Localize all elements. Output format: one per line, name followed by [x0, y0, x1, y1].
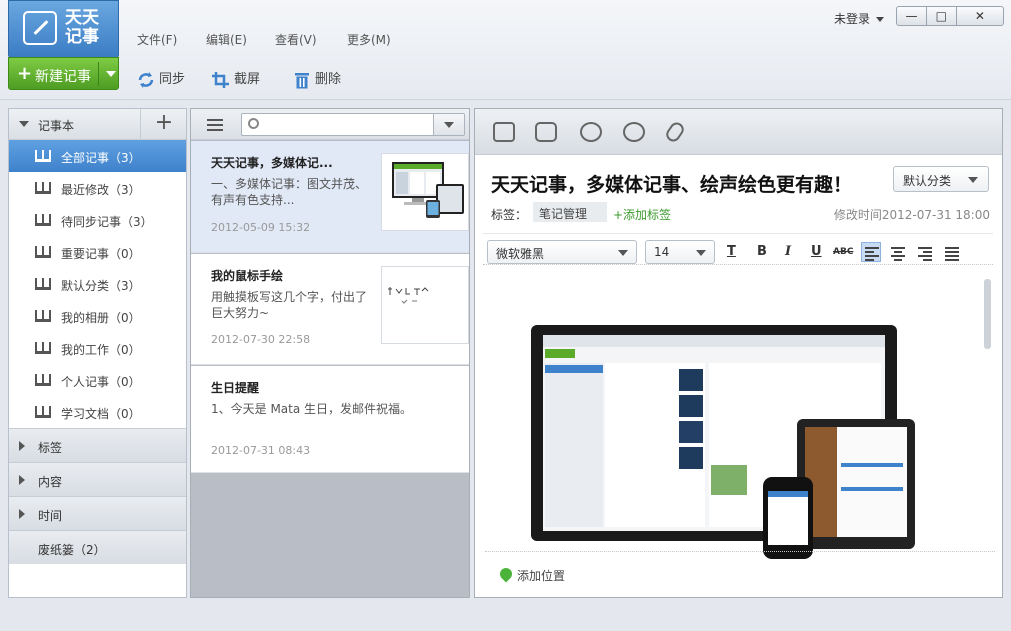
modified-time: 修改时间2012-07-31 18:00 [833, 208, 990, 222]
note-body-image [487, 279, 987, 559]
italic-button[interactable]: I [785, 244, 791, 259]
note-editor: 天天记事，多媒体记事、绘声绘色更有趣！ 默认分类 标签： 笔记管理 +添加标签 … [474, 108, 1003, 598]
font-family-select[interactable]: 微软雅黑 [487, 240, 637, 264]
menu-view[interactable]: 查看(V) [275, 31, 317, 48]
alarm-clock-icon[interactable] [623, 122, 645, 142]
section-content[interactable]: 内容 [9, 462, 186, 496]
strikethrough-button[interactable]: ABC [833, 247, 853, 257]
add-tag-link[interactable]: +添加标签 [613, 206, 671, 223]
text-color-button[interactable]: T [727, 244, 736, 259]
screenshot-button[interactable]: 截屏 [211, 68, 260, 89]
window-controls: — □ ✕ [896, 6, 1004, 26]
note-item[interactable]: 我的鼠标手绘 用触摸板写这几个字，付出了巨大努力~ 2012-07-30 22:… [191, 254, 469, 365]
note-list-panel: 天天记事，多媒体记... 一、多媒体记事：图文并茂、有声有色支持... 2012… [190, 108, 470, 598]
chevron-down-icon [696, 250, 706, 256]
notebook-item[interactable]: 全部记事（3） [9, 140, 186, 172]
media-toolbar [475, 109, 1002, 155]
notebook-icon [35, 374, 51, 386]
bold-button[interactable]: B [757, 244, 767, 259]
format-toolbar: 微软雅黑 14 T B I U ABC [483, 233, 993, 265]
list-menu-icon[interactable] [207, 119, 223, 134]
notebook-item[interactable]: 我的相册（0） [9, 300, 186, 332]
note-thumbnail [381, 266, 469, 344]
expand-icon [19, 509, 25, 519]
app-logo: 天天记事 [8, 0, 119, 58]
notebook-item[interactable]: 学习文档（0） [9, 396, 186, 428]
notebook-icon [35, 310, 51, 322]
notebook-icon [35, 150, 51, 162]
delete-button[interactable]: 删除 [292, 68, 341, 89]
section-tags[interactable]: 标签 [9, 428, 186, 462]
notebook-pen-icon [23, 11, 57, 45]
chevron-down-icon [444, 122, 454, 128]
logo-text: 天天记事 [65, 8, 99, 47]
new-note-dropdown-icon[interactable] [106, 71, 116, 77]
notebooks-header[interactable]: 记事本 + [9, 109, 186, 140]
notebook-icon [35, 342, 51, 354]
expand-icon [19, 441, 25, 451]
menu-edit[interactable]: 编辑(E) [206, 31, 247, 48]
crop-icon [212, 71, 229, 88]
menu-more[interactable]: 更多(M) [347, 31, 391, 48]
notebook-item[interactable]: 最近修改（3） [9, 172, 186, 204]
notebook-item[interactable]: 待同步记事（3） [9, 204, 186, 236]
notebook-icon [35, 406, 51, 418]
sidebar: 记事本 + 全部记事（3） 最近修改（3） 待同步记事（3） 重要记事（0） 默… [8, 108, 187, 598]
scrollbar[interactable] [984, 279, 991, 349]
align-center-button[interactable] [888, 242, 908, 262]
close-button[interactable]: ✕ [955, 7, 1003, 25]
category-dropdown[interactable]: 默认分类 [893, 166, 989, 192]
sync-icon [138, 71, 154, 88]
note-title[interactable]: 天天记事，多媒体记事、绘声绘色更有趣！ [491, 170, 852, 197]
search-input[interactable] [241, 113, 465, 136]
expand-icon [19, 475, 25, 485]
justify-button[interactable] [942, 242, 962, 262]
chevron-down-icon [618, 250, 628, 256]
camera-icon[interactable] [535, 122, 557, 142]
underline-button[interactable]: U [811, 244, 822, 259]
notebook-icon [35, 182, 51, 194]
emoji-icon[interactable] [580, 122, 602, 142]
search-icon [248, 118, 259, 129]
section-time[interactable]: 时间 [9, 496, 186, 530]
tag-label: 标签： [491, 208, 528, 222]
maximize-button[interactable]: □ [925, 7, 956, 25]
chevron-down-icon [968, 177, 978, 183]
attachment-icon[interactable] [663, 119, 687, 145]
note-item[interactable]: 天天记事，多媒体记... 一、多媒体记事：图文并茂、有声有色支持... 2012… [191, 141, 469, 253]
notebook-item[interactable]: 默认分类（3） [9, 268, 186, 300]
align-left-button[interactable] [861, 242, 881, 262]
add-notebook-button[interactable]: + [140, 109, 187, 139]
notebook-item[interactable]: 个人记事（0） [9, 364, 186, 396]
align-right-button[interactable] [915, 242, 935, 262]
plus-icon: + [17, 63, 33, 84]
image-icon[interactable] [493, 122, 515, 142]
sync-button[interactable]: 同步 [136, 68, 185, 89]
notebook-icon [35, 246, 51, 258]
login-status-dropdown[interactable]: 未登录 [834, 10, 885, 27]
add-location-button[interactable]: 添加位置 [485, 551, 995, 595]
note-item[interactable]: 生日提醒 1、今天是 Mata 生日，发邮件祝福。 2012-07-31 08:… [191, 366, 469, 473]
notebook-item[interactable]: 我的工作（0） [9, 332, 186, 364]
search-dropdown-button[interactable] [433, 114, 464, 135]
trash-icon [295, 72, 309, 88]
new-note-label: 新建记事 [35, 69, 91, 85]
notebook-list: 全部记事（3） 最近修改（3） 待同步记事（3） 重要记事（0） 默认分类（3）… [9, 140, 186, 428]
notebook-icon [35, 214, 51, 226]
notebook-icon [35, 278, 51, 290]
location-pin-icon [497, 565, 515, 583]
menu-file[interactable]: 文件(F) [137, 31, 177, 48]
notebook-item[interactable]: 重要记事（0） [9, 236, 186, 268]
minimize-button[interactable]: — [897, 7, 926, 25]
new-note-button[interactable]: + 新建记事 [8, 57, 119, 90]
font-size-select[interactable]: 14 [645, 240, 715, 264]
chevron-down-icon [876, 17, 885, 22]
collapse-icon [19, 121, 29, 127]
section-trash[interactable]: 废纸篓（2） [9, 530, 186, 564]
tag-chip[interactable]: 笔记管理 [533, 202, 607, 222]
note-thumbnail [381, 153, 469, 231]
